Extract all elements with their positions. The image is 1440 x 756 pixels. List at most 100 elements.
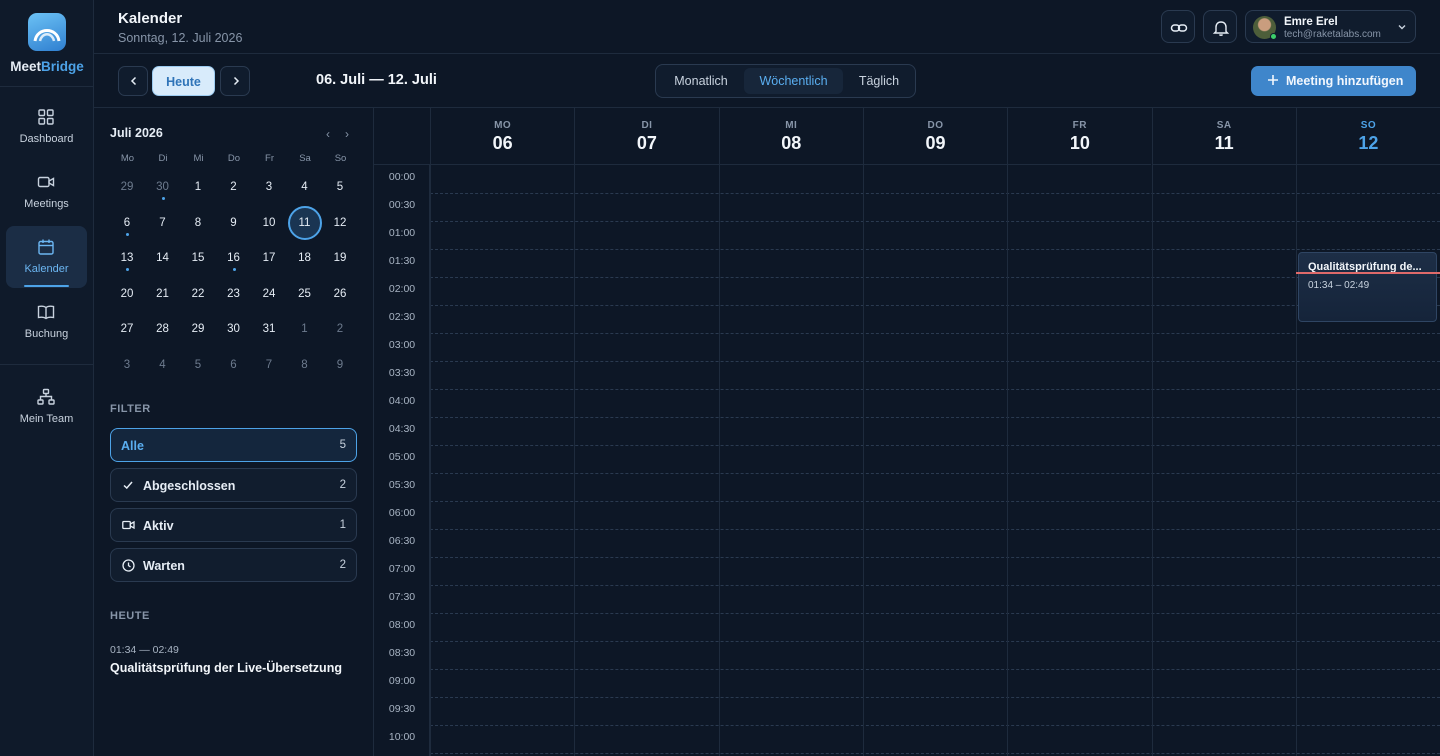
mini-calendar-day[interactable]: 12 — [323, 206, 357, 240]
mini-calendar-day[interactable]: 14 — [146, 241, 180, 275]
day-date: 12 — [1358, 133, 1379, 153]
view-monthly[interactable]: Monatlich — [660, 68, 742, 94]
mini-calendar-day[interactable]: 9 — [323, 348, 357, 382]
mini-calendar-day[interactable]: 20 — [110, 277, 144, 311]
weekday-label: So — [334, 153, 347, 164]
day-number: 8 — [301, 358, 308, 371]
weekday-label: Di — [158, 153, 168, 164]
mini-calendar-day[interactable]: 2 — [323, 312, 357, 346]
filter-label: Warten — [143, 559, 185, 573]
mini-next-month-icon[interactable]: › — [345, 127, 349, 141]
weekday-label: Sa — [299, 153, 311, 164]
time-slot-line — [430, 501, 1440, 502]
rail-divider — [0, 364, 94, 365]
time-slot-line — [430, 445, 1440, 446]
day-column-header[interactable]: FR 10 — [1007, 108, 1152, 165]
mini-calendar-day[interactable]: 4 — [288, 170, 322, 204]
mini-calendar-day[interactable]: 3 — [110, 348, 144, 382]
nav-label: Kalender — [24, 263, 69, 275]
time-slot-line — [430, 557, 1440, 558]
prev-week-button[interactable] — [118, 66, 148, 96]
filter-all[interactable]: Alle 5 — [110, 428, 357, 462]
mini-calendar-day[interactable]: 7 — [252, 348, 286, 382]
day-column-header[interactable]: MO 06 — [430, 108, 575, 165]
mini-calendar-day[interactable]: 23 — [217, 277, 251, 311]
nav-meetings[interactable]: Meetings — [6, 161, 87, 223]
calendar-event[interactable]: Qualitätsprüfung de... 01:34 – 02:49 — [1298, 252, 1437, 322]
day-name: MO — [494, 120, 512, 131]
view-weekly[interactable]: Wöchentlich — [744, 68, 843, 94]
mini-calendar-day[interactable]: 30 — [146, 170, 180, 204]
mini-calendar-day[interactable]: 25 — [288, 277, 322, 311]
day-number: 17 — [262, 252, 276, 264]
day-number: 1 — [301, 323, 308, 335]
mini-calendar-day[interactable]: 19 — [323, 241, 357, 275]
mini-calendar-day[interactable]: 6 — [110, 206, 144, 240]
grid-icon — [38, 109, 54, 125]
mini-calendar-day[interactable]: 5 — [181, 348, 215, 382]
mini-calendar-day[interactable]: 27 — [110, 312, 144, 346]
mini-calendar-day[interactable]: 9 — [217, 206, 251, 240]
time-slot-line — [430, 417, 1440, 418]
filter-count: 2 — [339, 479, 346, 491]
mini-calendar-day[interactable]: 21 — [146, 277, 180, 311]
nav-kalender[interactable]: Kalender — [6, 226, 87, 288]
mini-calendar-day[interactable]: 6 — [217, 348, 251, 382]
today-button[interactable]: Heute — [152, 66, 215, 96]
notifications-button[interactable] — [1203, 10, 1237, 43]
weekday-label: Do — [227, 153, 241, 164]
day-number: 2 — [230, 181, 237, 193]
view-daily[interactable]: Täglich — [845, 68, 913, 94]
day-date: 11 — [1214, 133, 1234, 153]
filter-completed[interactable]: Abgeschlossen 2 — [110, 468, 357, 502]
day-name: DI — [641, 120, 653, 131]
next-week-button[interactable] — [220, 66, 250, 96]
mini-calendar-day[interactable]: 28 — [146, 312, 180, 346]
mini-calendar-day[interactable]: 5 — [323, 170, 357, 204]
nav-dashboard[interactable]: Dashboard — [6, 96, 87, 158]
day-column-header[interactable]: SO 12 — [1295, 108, 1440, 165]
day-column-header[interactable]: DI 07 — [574, 108, 719, 165]
mini-calendar-day[interactable]: 31 — [252, 312, 286, 346]
day-column-header[interactable]: MI 08 — [718, 108, 863, 165]
nav-label: Meetings — [24, 198, 69, 210]
mini-calendar-day[interactable]: 18 — [288, 241, 322, 275]
link-button[interactable] — [1161, 10, 1195, 43]
user-menu[interactable]: Emre Erel tech@raketalabs.com — [1245, 10, 1416, 43]
mini-calendar-day[interactable]: 10 — [252, 206, 286, 240]
mini-calendar-day[interactable]: 2 — [217, 170, 251, 204]
mini-calendar-day[interactable]: 15 — [181, 241, 215, 275]
time-slot-line — [430, 697, 1440, 698]
mini-calendar-day[interactable]: 29 — [110, 170, 144, 204]
mini-calendar-day[interactable]: 7 — [146, 206, 180, 240]
filter-active[interactable]: Aktiv 1 — [110, 508, 357, 542]
mini-calendar-day[interactable]: 22 — [181, 277, 215, 311]
agenda-item-title[interactable]: Qualitätsprüfung der Live-Übersetzung — [110, 661, 342, 675]
mini-calendar-day[interactable]: 16 — [217, 241, 251, 275]
mini-calendar-day[interactable]: 26 — [323, 277, 357, 311]
mini-calendar-day[interactable]: 3 — [252, 170, 286, 204]
mini-calendar-day[interactable]: 24 — [252, 277, 286, 311]
mini-calendar-day[interactable]: 1 — [181, 170, 215, 204]
day-number: 9 — [336, 358, 344, 371]
mini-calendar-day[interactable]: 29 — [181, 312, 215, 346]
mini-prev-month-icon[interactable]: ‹ — [326, 127, 330, 141]
mini-calendar-day[interactable]: 8 — [288, 348, 322, 382]
day-column-header[interactable]: SA 11 — [1151, 108, 1296, 165]
mini-calendar-day[interactable]: 1 — [288, 312, 322, 346]
day-number: 11 — [298, 216, 311, 229]
mini-calendar-day[interactable]: 4 — [146, 348, 180, 382]
filter-waiting[interactable]: Warten 2 — [110, 548, 357, 582]
mini-calendar-day[interactable]: 17 — [252, 241, 286, 275]
nav-buchung[interactable]: Buchung — [6, 291, 87, 353]
day-column-header[interactable]: DO 09 — [862, 108, 1008, 165]
day-number: 9 — [230, 216, 237, 229]
mini-calendar-day[interactable]: 8 — [181, 206, 215, 240]
add-meeting-button[interactable]: Meeting hinzufügen — [1251, 66, 1416, 96]
nav-mein-team[interactable]: Mein Team — [6, 376, 87, 438]
filter-count: 2 — [339, 559, 346, 571]
mini-calendar-day[interactable]: 13 — [110, 241, 144, 275]
mini-calendar-day[interactable]: 11 — [287, 205, 322, 240]
logo-icon[interactable] — [28, 13, 66, 51]
mini-calendar-day[interactable]: 30 — [217, 312, 251, 346]
